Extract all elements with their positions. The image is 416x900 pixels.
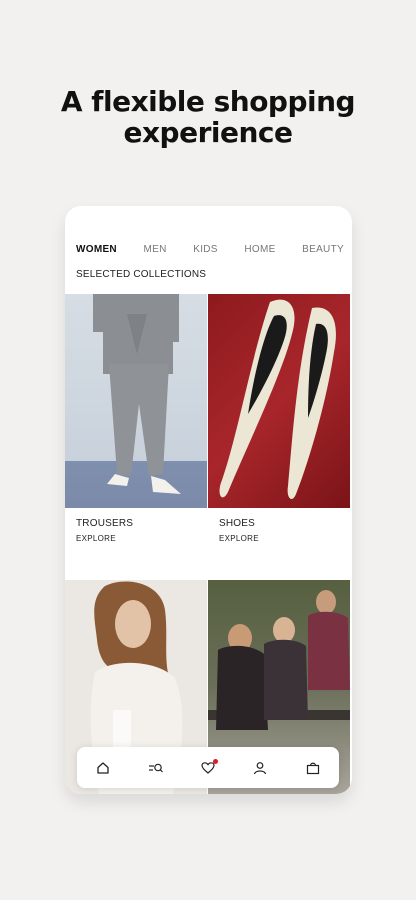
headline: A flexible shopping experience [0, 86, 416, 148]
shoes-image [208, 294, 350, 508]
heart-icon[interactable] [195, 755, 221, 781]
search-menu-icon[interactable] [143, 755, 169, 781]
category-tabs: WOMEN MEN KIDS HOME BEAUTY [76, 244, 344, 255]
collection-tile-trousers[interactable]: TROUSERS EXPLORE [65, 294, 207, 543]
tab-kids[interactable]: KIDS [193, 244, 218, 255]
trousers-image [65, 294, 207, 508]
home-icon[interactable] [90, 755, 116, 781]
tab-women[interactable]: WOMEN [76, 244, 117, 255]
tab-men[interactable]: MEN [144, 244, 167, 255]
section-title: SELECTED COLLECTIONS [76, 269, 207, 280]
collection-name: TROUSERS [76, 518, 134, 529]
collection-name: SHOES [219, 518, 256, 529]
tab-home[interactable]: HOME [244, 244, 275, 255]
tab-beauty[interactable]: BEAUTY [302, 244, 344, 255]
notification-badge [212, 758, 218, 764]
explore-link[interactable]: EXPLORE [219, 534, 259, 543]
phone-screen: WOMEN MEN KIDS HOME BEAUTY SELECTED COLL… [65, 206, 352, 794]
explore-link[interactable]: EXPLORE [76, 534, 116, 543]
bottom-tab-bar [77, 747, 339, 788]
bag-icon[interactable] [300, 755, 326, 781]
headline-line-2: experience [123, 116, 293, 149]
collection-tile-shoes[interactable]: SHOES EXPLORE [208, 294, 350, 543]
headline-line-1: A flexible shopping [60, 85, 356, 118]
account-icon[interactable] [247, 755, 273, 781]
